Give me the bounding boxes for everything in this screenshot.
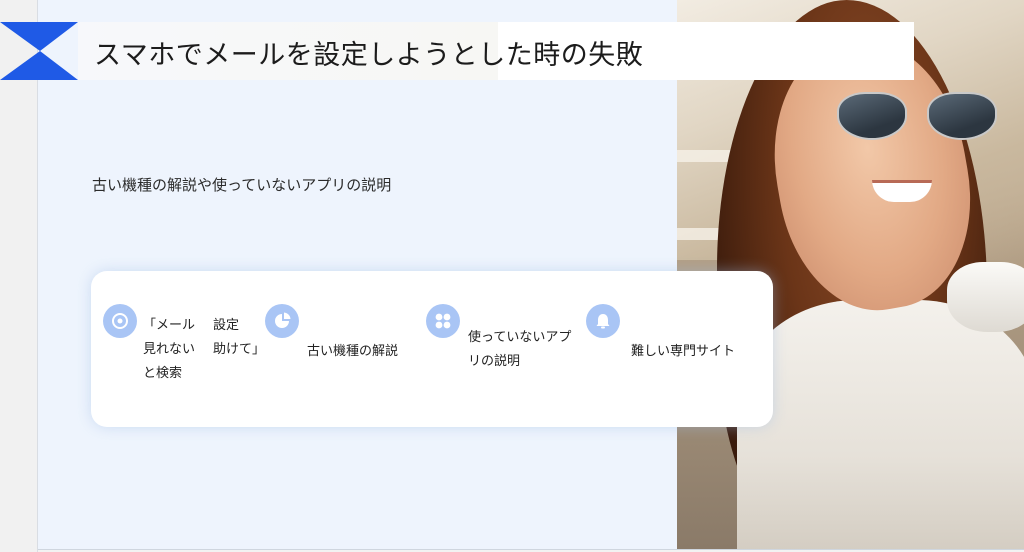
item-5-text: 難しい専門サイト bbox=[631, 344, 736, 359]
item-5-icon-wrap bbox=[586, 304, 620, 338]
sunglasses-graphic bbox=[837, 92, 1007, 144]
item-1-text: 「メール 見れない と検索 bbox=[143, 318, 196, 381]
outer-margin bbox=[0, 0, 38, 552]
bell-icon bbox=[596, 314, 610, 329]
disc-icon bbox=[112, 313, 128, 329]
item-3-text: 古い機種の解説 bbox=[307, 344, 399, 359]
coffee-cup-graphic bbox=[947, 262, 1024, 332]
title-flag-icon bbox=[0, 22, 78, 80]
page-subtitle: 古い機種の解説や使っていないアプリの説明 bbox=[92, 176, 392, 194]
page-title: スマホでメールを設定しようとした時の失敗 bbox=[94, 40, 644, 71]
pie-chart-icon bbox=[275, 312, 291, 328]
item-1-icon-wrap bbox=[103, 304, 137, 338]
grid-icon bbox=[435, 313, 451, 329]
item-2-text: 設定 助けて」 bbox=[213, 318, 266, 357]
steps-card: 「メール 見れない と検索 設定 助けて」 古い機種の解説 使っていないアプ リ… bbox=[91, 271, 773, 427]
item-4-text: 使っていないアプ リの説明 bbox=[468, 330, 572, 369]
item-4-icon-wrap bbox=[426, 304, 460, 338]
item-2-icon-wrap bbox=[265, 304, 299, 338]
